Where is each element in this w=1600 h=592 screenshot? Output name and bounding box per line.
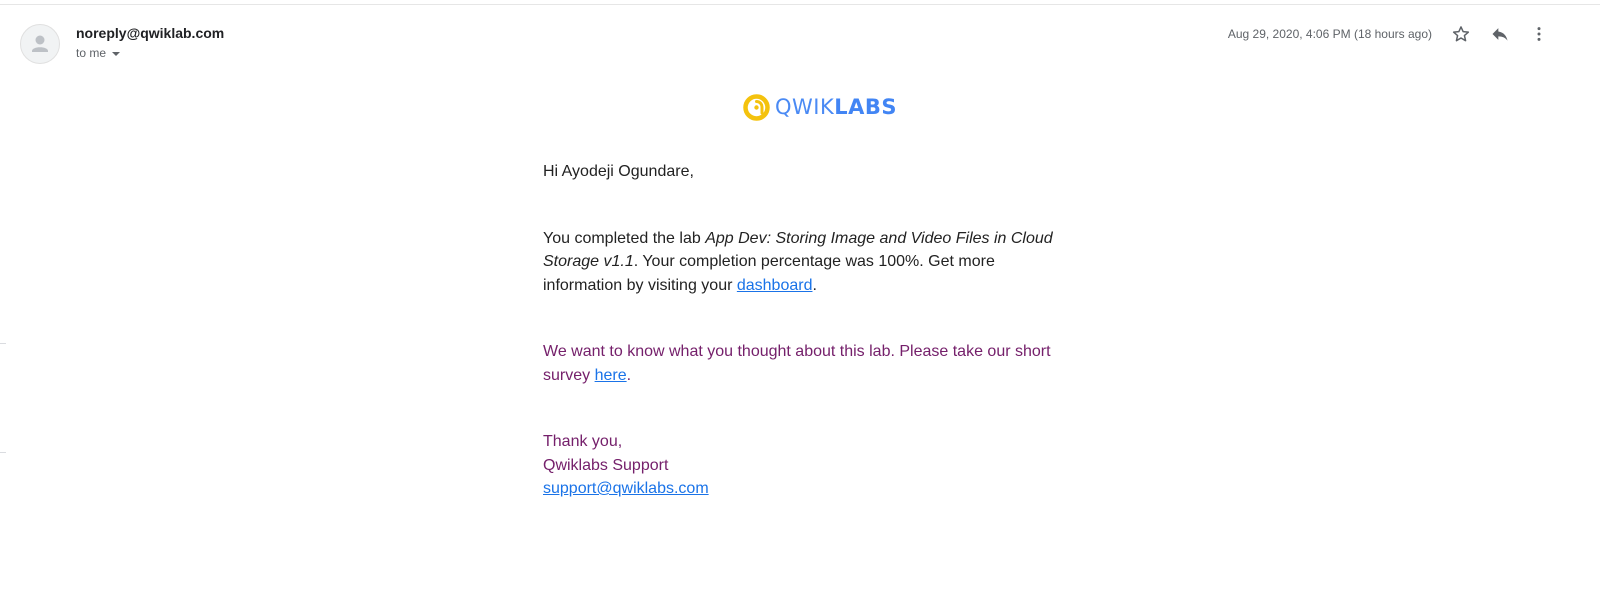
more-vert-icon bbox=[1537, 27, 1541, 41]
message-timestamp: Aug 29, 2020, 4:06 PM (18 hours ago) bbox=[1227, 27, 1432, 41]
greeting: Hi Ayodeji Ogundare, bbox=[543, 163, 694, 180]
star-outline-icon bbox=[1452, 26, 1470, 42]
thanks-line: Thank you, bbox=[543, 433, 623, 450]
left-edge-divider bbox=[0, 452, 6, 453]
sender-email[interactable]: noreply@qwiklab.com bbox=[76, 25, 224, 41]
survey-text-end: . bbox=[626, 366, 632, 384]
recipient-label: to me bbox=[76, 46, 107, 60]
reply-icon bbox=[1492, 28, 1508, 41]
completion-text-start: You completed the lab bbox=[543, 229, 706, 247]
completion-text-end: . bbox=[812, 276, 817, 294]
logo-text-bold: LABS bbox=[834, 95, 898, 119]
logo-wordmark: QWIKLABS bbox=[775, 95, 897, 119]
qwiklabs-logo-icon bbox=[743, 93, 770, 121]
caret-down-icon bbox=[112, 51, 121, 56]
email-body: Hi Ayodeji Ogundare, You completed the l… bbox=[543, 160, 1073, 501]
more-options-button[interactable] bbox=[1527, 22, 1551, 46]
star-button[interactable] bbox=[1449, 22, 1473, 46]
survey-link[interactable]: here bbox=[595, 367, 627, 384]
sender-avatar[interactable] bbox=[20, 24, 60, 64]
signoff: Thank you, Qwiklabs Support support@qwik… bbox=[543, 430, 1073, 501]
support-email-link[interactable]: support@qwiklabs.com bbox=[543, 480, 709, 497]
logo-text-light: QWIK bbox=[775, 95, 835, 119]
team-name: Qwiklabs Support bbox=[543, 456, 669, 474]
top-divider bbox=[0, 4, 1600, 5]
completion-paragraph: You completed the lab App Dev: Storing I… bbox=[543, 227, 1073, 298]
qwiklabs-logo: QWIKLABS bbox=[743, 93, 897, 121]
survey-paragraph: We want to know what you thought about t… bbox=[543, 340, 1073, 387]
person-avatar-icon bbox=[32, 35, 48, 52]
recipient-details-toggle[interactable]: to me bbox=[76, 46, 121, 60]
left-edge-divider bbox=[0, 343, 6, 344]
dashboard-link[interactable]: dashboard bbox=[737, 277, 813, 294]
reply-button[interactable] bbox=[1488, 22, 1512, 46]
